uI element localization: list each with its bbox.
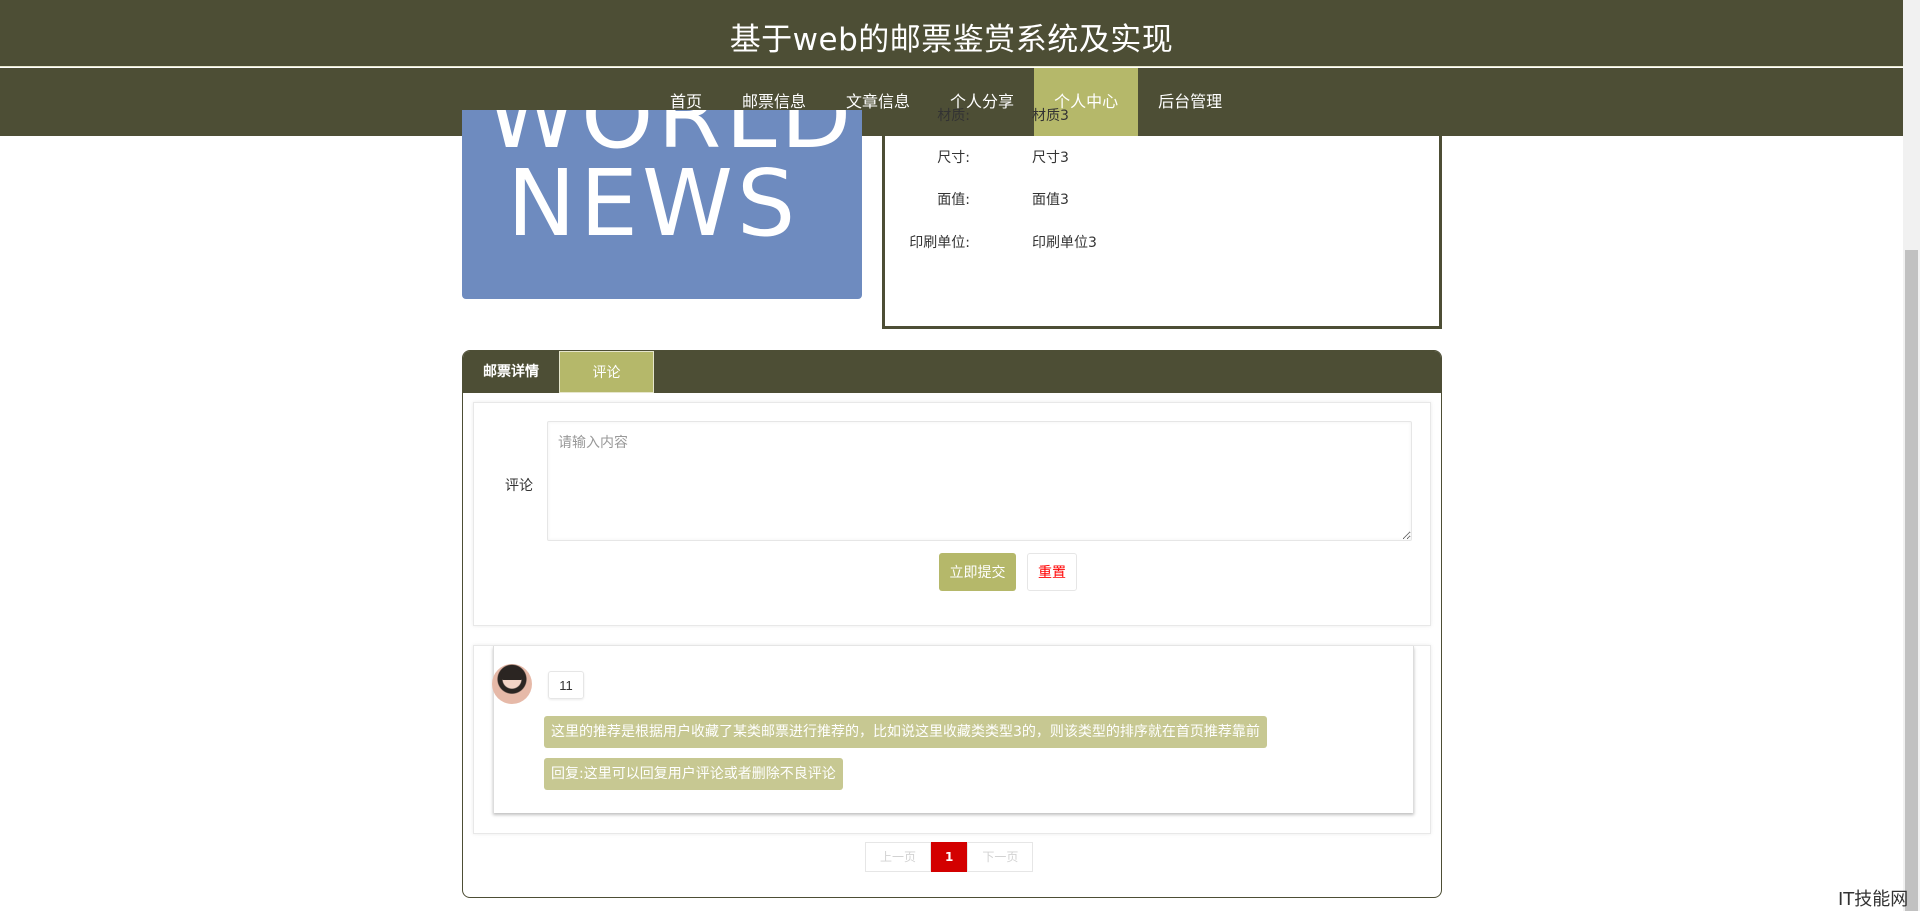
- comment-list: 11 这里的推荐是根据用户收藏了某类邮票进行推荐的，比如说这里收藏类类型3的，则…: [473, 645, 1431, 834]
- next-page-button[interactable]: 下一页: [967, 842, 1034, 872]
- info-value: 面值3: [1032, 192, 1069, 208]
- comment-username: 11: [548, 671, 584, 699]
- info-value: 尺寸3: [1032, 150, 1069, 166]
- tab-header: 邮票详情 评论: [463, 351, 1441, 393]
- avatar: [492, 664, 532, 704]
- info-label: 面值:: [937, 192, 970, 208]
- info-row-size: 尺寸: 尺寸3: [885, 147, 1405, 167]
- comment-form: 评论 立即提交 重置: [473, 402, 1431, 626]
- info-label: 印刷单位:: [909, 235, 970, 251]
- info-label: 材质:: [937, 108, 970, 124]
- stamp-info-box: 材质: 材质3 尺寸: 尺寸3 面值: 面值3 印刷单位: 印刷单位3: [882, 108, 1442, 329]
- tab-comments[interactable]: 评论: [559, 351, 654, 393]
- comment-input[interactable]: [547, 421, 1412, 541]
- current-page-button[interactable]: 1: [931, 842, 968, 872]
- info-value: 材质3: [1032, 108, 1069, 124]
- avatar-hair: [501, 669, 523, 680]
- comment-content: 这里的推荐是根据用户收藏了某类邮票进行推荐的，比如说这里收藏类类型3的，则该类型…: [544, 716, 1267, 748]
- watermark: IT技能网: [1838, 889, 1909, 910]
- info-row-printer: 印刷单位: 印刷单位3: [885, 232, 1405, 252]
- info-label: 尺寸:: [937, 150, 970, 166]
- reset-button[interactable]: 重置: [1027, 553, 1077, 591]
- tab-stamp-detail[interactable]: 邮票详情: [463, 351, 559, 393]
- stamp-image-text: NEWS: [507, 150, 800, 257]
- comment-reply: 回复:这里可以回复用户评论或者删除不良评论: [544, 758, 843, 790]
- info-row-material: 材质: 材质3: [885, 105, 1405, 125]
- info-row-face-value: 面值: 面值3: [885, 189, 1405, 209]
- comment-label: 评论: [505, 478, 533, 494]
- pagination: 上一页 1 下一页: [865, 842, 1034, 872]
- comment-item: 11 这里的推荐是根据用户收藏了某类邮票进行推荐的，比如说这里收藏类类型3的，则…: [492, 646, 1414, 813]
- info-value: 印刷单位3: [1032, 235, 1097, 251]
- site-title: 基于web的邮票鉴赏系统及实现: [729, 22, 1174, 58]
- prev-page-button[interactable]: 上一页: [865, 842, 932, 872]
- title-bar: 基于web的邮票鉴赏系统及实现: [0, 0, 1903, 67]
- submit-button[interactable]: 立即提交: [939, 553, 1016, 591]
- page-scrollbar-thumb[interactable]: [1905, 250, 1918, 911]
- tabs-panel: 邮票详情 评论 评论 立即提交 重置 11 这里的推荐是根据用户收藏了某类邮票进…: [462, 350, 1442, 898]
- stamp-image: WORLD NEWS: [462, 110, 862, 299]
